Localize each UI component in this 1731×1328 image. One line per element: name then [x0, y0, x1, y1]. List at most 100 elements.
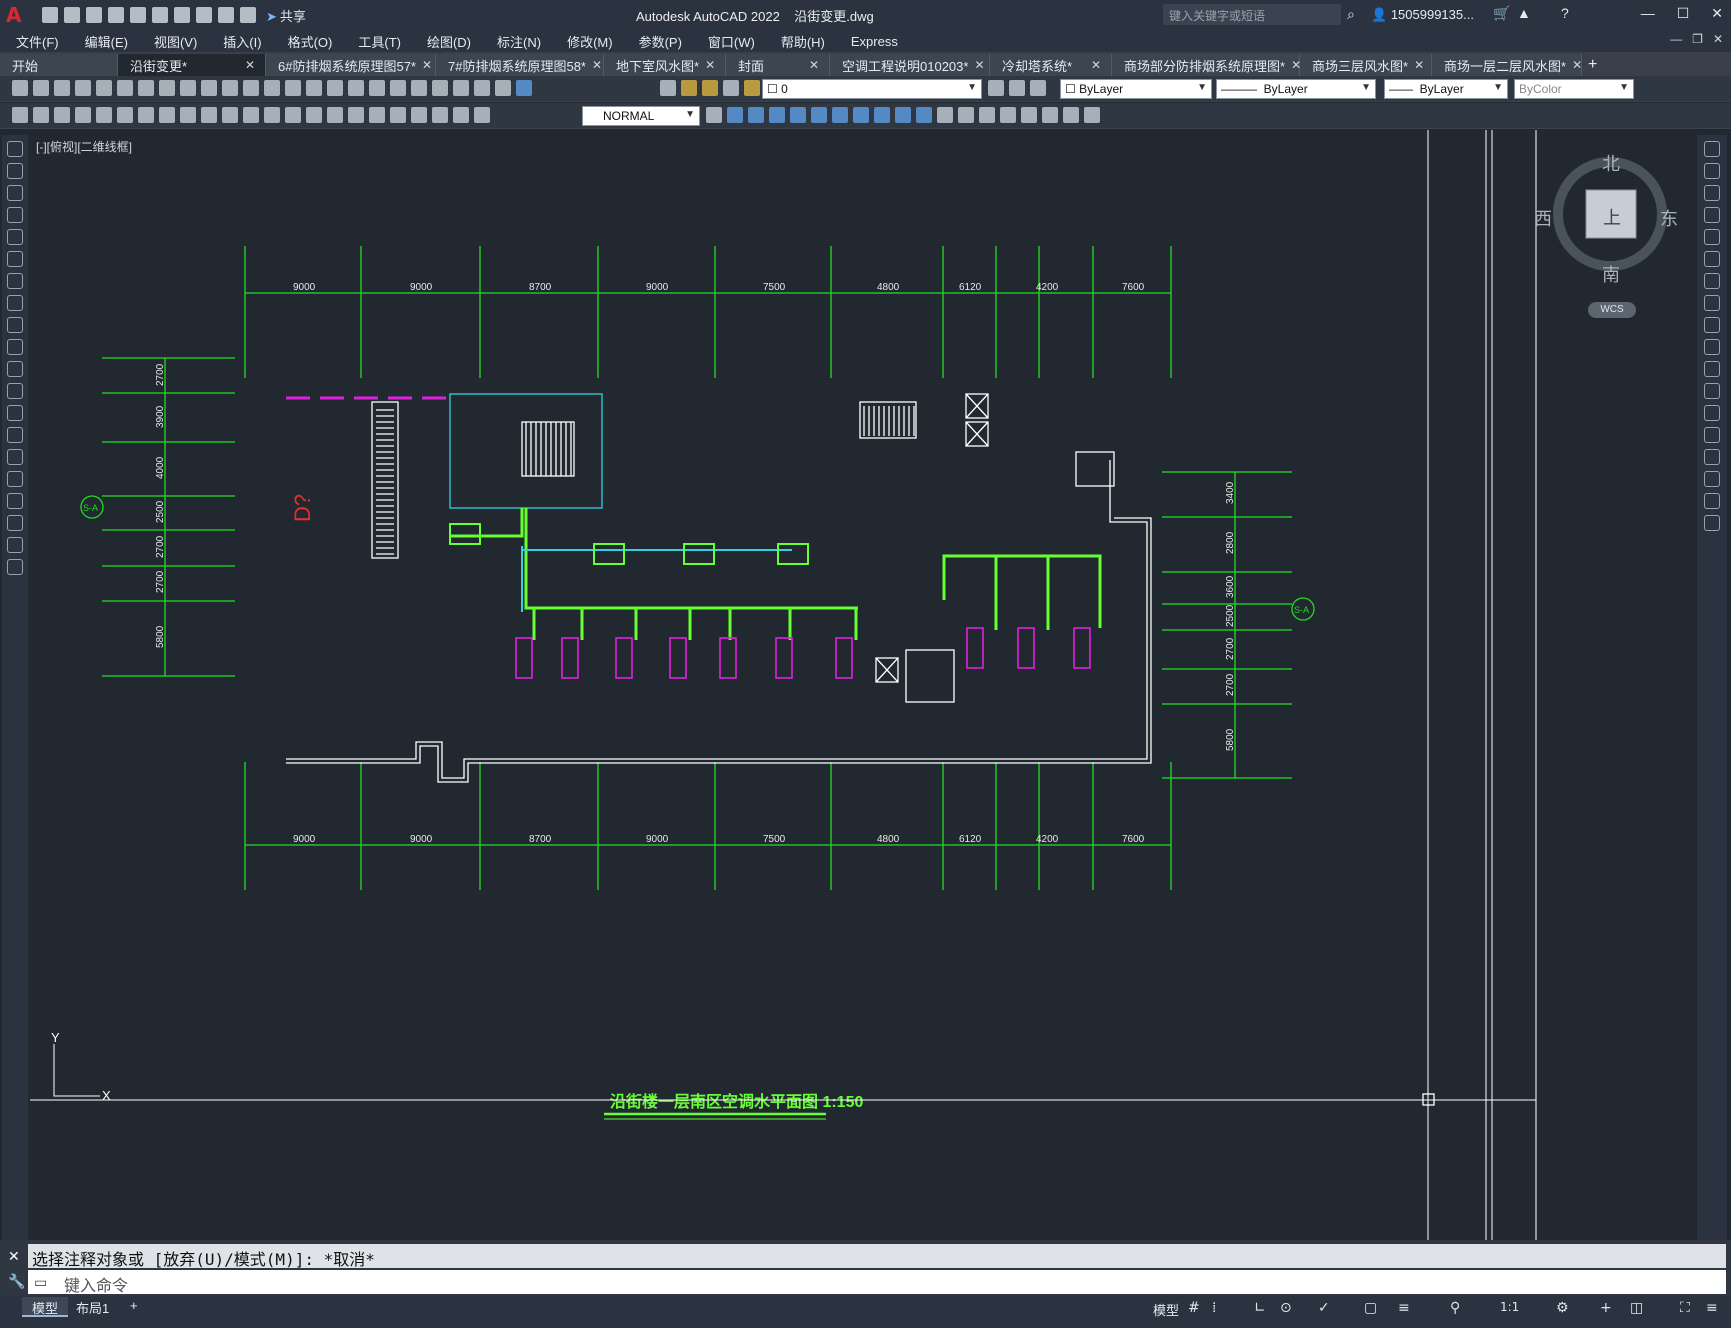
plot-icon[interactable] — [75, 80, 91, 96]
diameter-icon[interactable] — [201, 107, 217, 123]
insert-block-icon[interactable] — [7, 383, 23, 399]
wcs-menu[interactable]: WCS — [1588, 302, 1636, 318]
share-button[interactable]: ➤ 共享 — [266, 6, 306, 25]
mirror-icon[interactable] — [1704, 185, 1720, 201]
point-icon[interactable] — [7, 427, 23, 443]
hamburger-icon[interactable]: ≡ — [1706, 1300, 1718, 1316]
annotation-icon[interactable]: ⚲ — [1450, 1300, 1460, 1316]
compass-south[interactable]: 南 — [1602, 261, 1620, 287]
properties-icon[interactable] — [390, 80, 406, 96]
text-style-dropdown[interactable]: NORMAL ▼ — [582, 106, 700, 126]
markup-icon[interactable] — [474, 80, 490, 96]
gear-icon[interactable]: ⚙ — [1556, 1300, 1569, 1316]
redo-icon[interactable] — [285, 80, 301, 96]
zoom-window-icon[interactable] — [348, 80, 364, 96]
make-block-icon[interactable] — [7, 405, 23, 421]
join-icon[interactable] — [1704, 427, 1720, 443]
command-prompt-icon[interactable]: ▭ — [34, 1274, 47, 1291]
break-point-icon[interactable] — [1704, 383, 1720, 399]
doc-close-icon[interactable]: ✕ — [1713, 32, 1723, 46]
menu-item[interactable]: 视图(V) — [154, 32, 197, 51]
viewport-controls[interactable]: [-][俯视][二维线框] — [36, 138, 132, 155]
calculator-icon[interactable] — [495, 80, 511, 96]
reassociate-icon[interactable] — [474, 107, 490, 123]
doc-minimize-icon[interactable]: — — [1670, 32, 1682, 46]
maximize-icon[interactable]: ☐ — [1677, 5, 1690, 22]
dimension-style-icon[interactable] — [12, 107, 28, 123]
express-web-icon[interactable] — [1042, 107, 1058, 123]
jogged-icon[interactable] — [180, 107, 196, 123]
dim-edit-icon[interactable] — [432, 107, 448, 123]
fillet-icon[interactable] — [1704, 471, 1720, 487]
dimension-update-icon[interactable] — [33, 107, 49, 123]
text-front-icon[interactable] — [811, 107, 827, 123]
polygon-icon[interactable] — [7, 207, 23, 223]
doc-restore-icon[interactable]: ❐ — [1692, 32, 1703, 46]
menu-item[interactable]: 窗口(W) — [708, 32, 755, 51]
tab-model[interactable]: 模型 — [22, 1297, 69, 1317]
paste-icon[interactable] — [201, 80, 217, 96]
new-icon[interactable] — [12, 80, 28, 96]
viewcube-face[interactable]: 上 — [1603, 204, 1621, 230]
ellipse-icon[interactable] — [7, 339, 23, 355]
bring-front-icon[interactable] — [727, 107, 743, 123]
express-misc-icon[interactable] — [1084, 107, 1100, 123]
new-tab-button[interactable]: + — [1588, 54, 1597, 76]
compass-east[interactable]: 东 — [1660, 205, 1678, 231]
tab-file[interactable]: 商场一层二层风水图* ✕ — [1432, 54, 1582, 76]
model-space-button[interactable]: 模型 — [1153, 1300, 1179, 1319]
zoom-previous-icon[interactable] — [369, 80, 385, 96]
layer-dropdown[interactable]: ☐ 0 ▼ — [762, 79, 982, 99]
undo-icon[interactable] — [264, 80, 280, 96]
rotate-icon[interactable] — [1704, 273, 1720, 289]
dimension-override-icon[interactable] — [54, 107, 70, 123]
publish-icon[interactable] — [152, 7, 168, 23]
color-dropdown[interactable]: ☐ ByLayer ▼ — [1060, 79, 1212, 99]
minimize-icon[interactable]: — — [1641, 5, 1655, 22]
preview-icon[interactable] — [96, 80, 112, 96]
baseline-icon[interactable] — [264, 107, 280, 123]
annotation-scale[interactable]: 1:1 — [1500, 1300, 1519, 1314]
osnap-tracking-icon[interactable]: ✓ — [1318, 1300, 1330, 1316]
layer-previous-icon[interactable] — [1030, 80, 1046, 96]
layer-on-icon[interactable] — [681, 80, 697, 96]
center-mark-icon[interactable] — [369, 107, 385, 123]
express-text-icon[interactable] — [916, 107, 932, 123]
zoom-realtime-icon[interactable] — [327, 80, 343, 96]
menu-item[interactable]: Express — [851, 34, 898, 49]
rectangle-icon[interactable] — [7, 229, 23, 245]
close-tab-icon[interactable]: ✕ — [974, 58, 984, 72]
trim-icon[interactable] — [1704, 339, 1720, 355]
express-draw-icon[interactable] — [979, 107, 995, 123]
break-icon[interactable] — [1704, 405, 1720, 421]
tab-file[interactable]: 商场三层风水图* ✕ — [1300, 54, 1432, 76]
viewcube[interactable]: 北 南 东 西 上 — [1534, 150, 1680, 290]
tab-file[interactable]: 7#防排烟系统原理图58* ✕ — [436, 54, 604, 76]
open-icon[interactable] — [33, 80, 49, 96]
table-icon[interactable] — [7, 515, 23, 531]
compass-north[interactable]: 北 — [1602, 150, 1620, 176]
send-under-icon[interactable] — [790, 107, 806, 123]
grid-icon[interactable]: # — [1188, 1300, 1200, 1316]
stretch-icon[interactable] — [1704, 317, 1720, 333]
mtext-icon[interactable] — [7, 537, 23, 553]
plot-icon[interactable] — [130, 7, 146, 23]
jogged-linear-icon[interactable] — [411, 107, 427, 123]
menu-item[interactable]: 插入(I) — [223, 32, 261, 51]
help-icon[interactable] — [516, 80, 532, 96]
tolerance-icon[interactable] — [348, 107, 364, 123]
close-icon[interactable]: ✕ — [1711, 5, 1723, 22]
blend-icon[interactable] — [1704, 493, 1720, 509]
layer-viewport-icon[interactable] — [723, 80, 739, 96]
sheet-set-icon[interactable] — [453, 80, 469, 96]
arc-icon[interactable] — [7, 251, 23, 267]
redo-icon[interactable] — [218, 7, 234, 23]
close-tab-icon[interactable]: ✕ — [592, 58, 602, 72]
dim-text-edit-icon[interactable] — [453, 107, 469, 123]
region-icon[interactable] — [7, 493, 23, 509]
close-tab-icon[interactable]: ✕ — [1572, 58, 1582, 72]
tab-file[interactable]: 封面 ✕ — [726, 54, 830, 76]
copy-object-icon[interactable] — [1704, 163, 1720, 179]
tab-file[interactable]: 商场部分防排烟系统原理图* ✕ — [1112, 54, 1301, 76]
menu-item[interactable]: 标注(N) — [497, 32, 541, 51]
